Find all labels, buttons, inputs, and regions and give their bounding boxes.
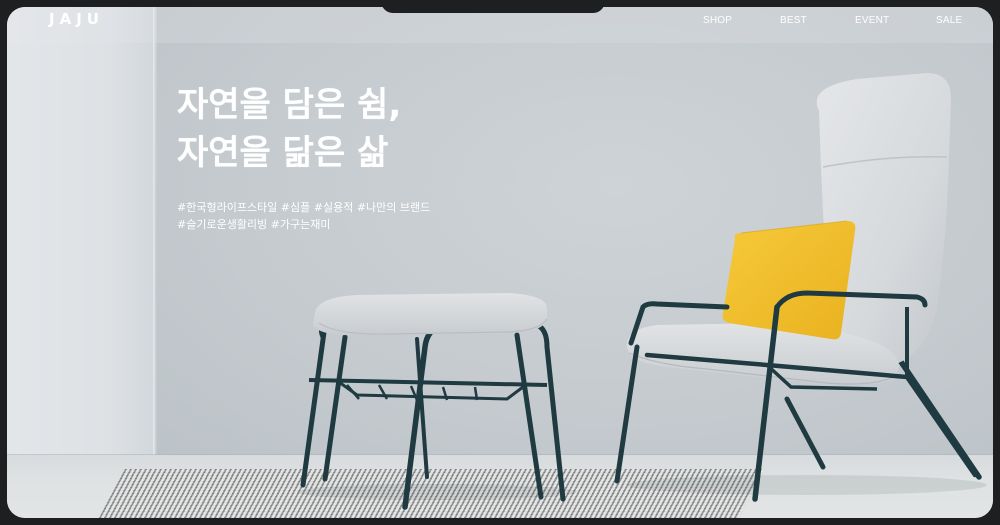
ottoman (300, 293, 566, 510)
hero-headline-line1: 자연을 담은 쉼, (177, 85, 402, 125)
ottoman-shadow (297, 484, 577, 500)
lounge-chair (614, 73, 982, 502)
device-notch (381, 0, 605, 13)
hero-headline-line2: 자연을 닮은 삶 (177, 133, 389, 173)
brand-logo[interactable]: JAJU (49, 10, 104, 28)
nav-sale[interactable]: SALE (936, 15, 962, 26)
hashtag-line: #한국형라이프스타일 #심플 #실용적 #나만의 브랜드 (177, 201, 431, 214)
chair-shadow (627, 475, 987, 495)
nav-shop[interactable]: SHOP (703, 15, 732, 26)
browser-screen: JAJU SHOP BEST EVENT SALE 자연을 담은 쉼, 자연을 … (7, 7, 993, 518)
furniture-image (297, 73, 987, 510)
hashtag-line: #슬기로운생활리빙 #가구는재미 (177, 218, 331, 231)
nav-event[interactable]: EVENT (855, 15, 889, 26)
hero-background (7, 7, 993, 518)
nav-best[interactable]: BEST (780, 15, 807, 26)
hero-copy: 자연을 담은 쉼, 자연을 닮은 삶 #한국형라이프스타일 #심플 #실용적 #… (177, 81, 430, 233)
device-frame: JAJU SHOP BEST EVENT SALE 자연을 담은 쉼, 자연을 … (0, 0, 1000, 525)
hero-hashtags: #한국형라이프스타일 #심플 #실용적 #나만의 브랜드 #슬기로운생활리빙 #… (177, 199, 430, 233)
